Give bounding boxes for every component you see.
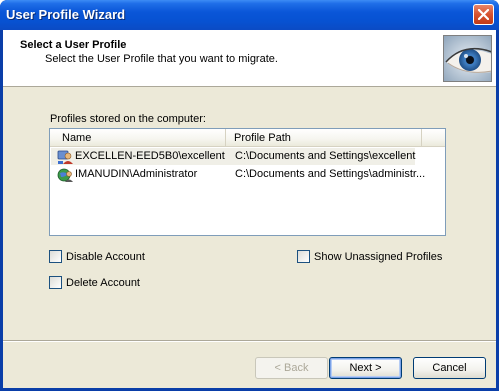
disable-account-checkbox[interactable] bbox=[49, 250, 62, 263]
wizard-window: User Profile Wizard Select a User Profil… bbox=[0, 0, 499, 391]
close-icon bbox=[478, 9, 489, 20]
show-unassigned-option[interactable]: Show Unassigned Profiles bbox=[297, 250, 442, 263]
page-title: Select a User Profile bbox=[20, 39, 127, 51]
profiles-label: Profiles stored on the computer: bbox=[50, 113, 206, 125]
delete-account-label: Delete Account bbox=[66, 276, 140, 289]
wizard-header: Select a User Profile Select the User Pr… bbox=[3, 30, 496, 87]
window-frame-left bbox=[0, 30, 3, 391]
show-unassigned-checkbox[interactable] bbox=[297, 250, 310, 263]
column-header-profile-path[interactable]: Profile Path bbox=[226, 129, 422, 147]
page-subtitle: Select the User Profile that you want to… bbox=[45, 53, 278, 65]
window-title: User Profile Wizard bbox=[6, 7, 126, 22]
profiles-list[interactable]: Name Profile Path EXCELLEN-EED5B0\excell… bbox=[49, 128, 446, 236]
column-header-name[interactable]: Name bbox=[50, 129, 226, 147]
profile-path: C:\Documents and Settings\excellent bbox=[235, 150, 416, 162]
back-button[interactable]: < Back bbox=[255, 357, 328, 379]
delete-account-option[interactable]: Delete Account bbox=[49, 276, 140, 289]
profile-name: IMANUDIN\Administrator bbox=[75, 168, 198, 180]
list-item[interactable]: IMANUDIN\Administrator C:\Documents and … bbox=[51, 166, 425, 183]
list-item[interactable]: EXCELLEN-EED5B0\excellent C:\Documents a… bbox=[51, 148, 415, 165]
disable-account-option[interactable]: Disable Account bbox=[49, 250, 145, 263]
profile-path: C:\Documents and Settings\administr... bbox=[235, 168, 426, 180]
globe-user-icon bbox=[57, 167, 73, 183]
user-profile-icon bbox=[57, 149, 73, 165]
list-header: Name Profile Path bbox=[50, 129, 445, 147]
next-button[interactable]: Next > bbox=[329, 357, 402, 379]
close-button[interactable] bbox=[473, 4, 494, 25]
show-unassigned-label: Show Unassigned Profiles bbox=[314, 250, 443, 263]
delete-account-checkbox[interactable] bbox=[49, 276, 62, 289]
footer-divider bbox=[3, 340, 496, 342]
profile-name: EXCELLEN-EED5B0\excellent bbox=[75, 150, 225, 162]
eye-logo-icon bbox=[443, 35, 492, 82]
wizard-client-area: Select a User Profile Select the User Pr… bbox=[3, 30, 496, 388]
title-bar[interactable]: User Profile Wizard bbox=[0, 0, 499, 30]
cancel-button[interactable]: Cancel bbox=[413, 357, 486, 379]
disable-account-label: Disable Account bbox=[66, 250, 145, 263]
